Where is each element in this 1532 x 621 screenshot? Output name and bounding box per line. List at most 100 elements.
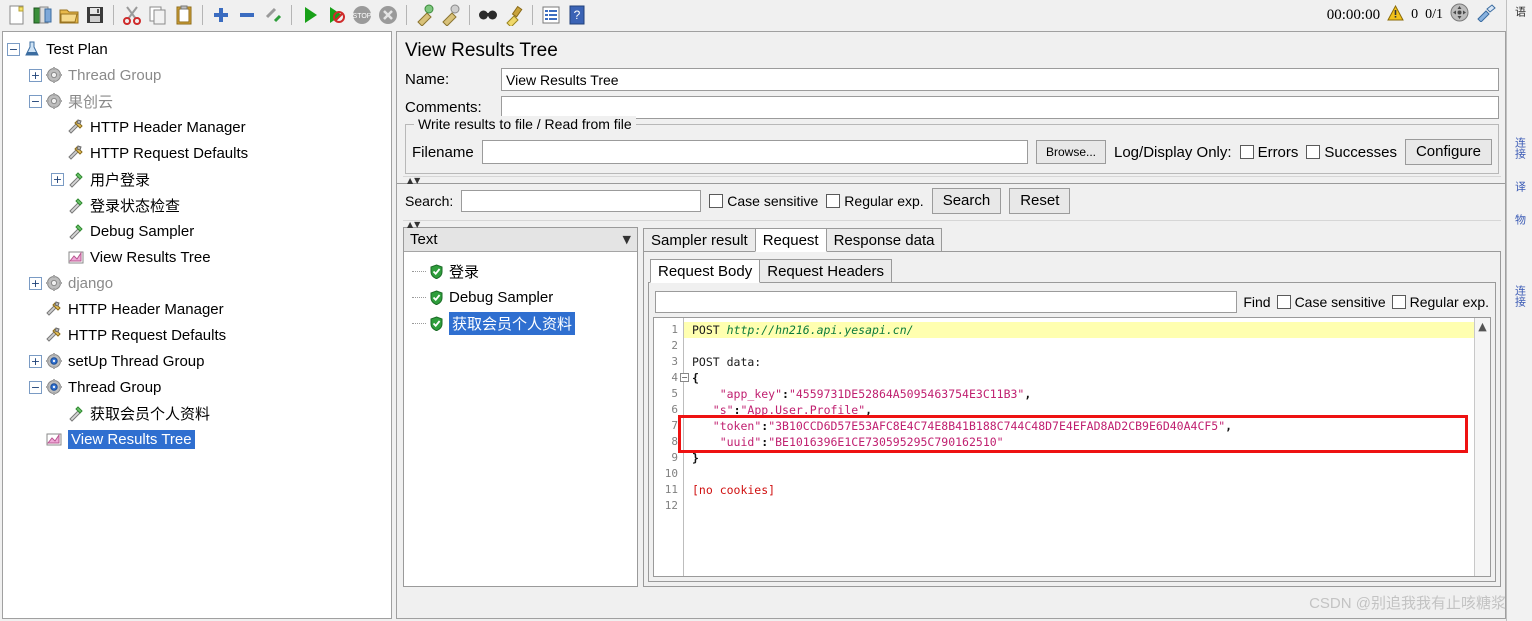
test-plan-tree-panel[interactable]: − Test Plan + Thread Group − 果创云 HTTP Header M…	[2, 31, 392, 619]
search-regular-exp-wrap[interactable]: Regular exp.	[826, 193, 924, 209]
expand-all-icon[interactable]	[208, 2, 234, 28]
list-item[interactable]: Debug Sampler	[412, 284, 637, 310]
collapse-toggle-icon[interactable]: −	[29, 380, 42, 394]
start-no-pauses-icon[interactable]	[323, 2, 349, 28]
renderer-select[interactable]: Text ▼	[404, 228, 637, 252]
start-icon[interactable]	[297, 2, 323, 28]
ide-strip-item-2[interactable]: 译	[1512, 181, 1528, 192]
comments-input[interactable]	[501, 96, 1499, 119]
tree-connector	[412, 296, 426, 298]
copy-icon[interactable]	[145, 2, 171, 28]
clear-icon[interactable]	[412, 2, 438, 28]
find-input[interactable]	[655, 291, 1238, 313]
help-icon[interactable]: ?	[564, 2, 590, 28]
splitter-upper[interactable]: ▲▼	[403, 176, 1501, 185]
detail-tabs[interactable]: Sampler result Request Response data	[643, 227, 1501, 252]
request-subtabs[interactable]: Request Body Request Headers	[650, 258, 1496, 283]
stop-icon[interactable]: STOP	[349, 2, 375, 28]
tree-node[interactable]: HTTP Request Defaults	[7, 140, 391, 166]
tree-node[interactable]: View Results Tree	[7, 244, 391, 270]
successes-checkbox[interactable]	[1306, 145, 1321, 159]
search-reset-button[interactable]: Reset	[1009, 188, 1071, 214]
find-regular-exp-checkbox[interactable]	[1391, 295, 1406, 309]
tree-node[interactable]: HTTP Request Defaults	[7, 322, 391, 348]
function-helper-icon[interactable]	[538, 2, 564, 28]
search-icon[interactable]	[475, 2, 501, 28]
tree-node[interactable]: − Test Plan	[7, 36, 391, 62]
reset-search-icon[interactable]	[501, 2, 527, 28]
search-case-sensitive-checkbox[interactable]	[709, 194, 724, 208]
shutdown-icon[interactable]	[375, 2, 401, 28]
sample-result-list[interactable]: 登录 Debug Sampler 获取会员个人资料	[404, 252, 637, 586]
filename-input[interactable]	[481, 140, 1028, 164]
clear-all-icon[interactable]	[438, 2, 464, 28]
warning-icon[interactable]	[1387, 4, 1404, 26]
expand-toggle-icon[interactable]: +	[29, 354, 42, 368]
splitter-lower-arrows-icon[interactable]: ▲▼	[407, 220, 421, 229]
collapse-toggle-icon[interactable]: −	[7, 42, 20, 56]
ide-strip-item-1[interactable]: 连接	[1512, 137, 1528, 159]
ide-side-strip[interactable]: 语 连接 译 物 连接	[1506, 0, 1532, 621]
errors-checkbox-wrap[interactable]: Errors	[1239, 144, 1298, 161]
test-plan-tree[interactable]: − Test Plan + Thread Group − 果创云 HTTP Header M…	[3, 32, 391, 452]
list-item[interactable]: 登录	[412, 258, 637, 284]
templates-icon[interactable]	[30, 2, 56, 28]
expand-toggle-icon[interactable]: +	[29, 276, 42, 290]
tree-node[interactable]: − Thread Group	[7, 374, 391, 400]
ide-strip-item-4[interactable]: 连接	[1512, 285, 1528, 307]
tab-sampler-result[interactable]: Sampler result	[643, 228, 756, 252]
request-body-code-area[interactable]: 1 2 3 4−5 6 7 8 9 10 11 12 POST http://hn216.api.y…	[653, 317, 1491, 577]
configure-button[interactable]: Configure	[1404, 139, 1492, 165]
search-input[interactable]	[461, 190, 702, 212]
tab-response-data[interactable]: Response data	[825, 228, 943, 252]
paste-icon[interactable]	[171, 2, 197, 28]
tree-node[interactable]: + django	[7, 270, 391, 296]
successes-checkbox-wrap[interactable]: Successes	[1306, 144, 1397, 161]
tree-node[interactable]: + 用户登录	[7, 166, 391, 192]
tree-node[interactable]: + setUp Thread Group	[7, 348, 391, 374]
name-input[interactable]	[501, 68, 1499, 91]
tree-node[interactable]: Debug Sampler	[7, 218, 391, 244]
tree-node[interactable]: HTTP Header Manager	[7, 114, 391, 140]
splitter-arrows-icon[interactable]: ▲▼	[407, 176, 421, 185]
save-icon[interactable]	[82, 2, 108, 28]
find-case-sensitive-wrap[interactable]: Case sensitive	[1276, 294, 1386, 310]
search-regular-exp-checkbox[interactable]	[826, 194, 841, 208]
expand-toggle-icon[interactable]: +	[29, 68, 42, 82]
find-regular-exp-wrap[interactable]: Regular exp.	[1391, 294, 1489, 310]
cut-icon[interactable]	[119, 2, 145, 28]
tree-node[interactable]: + Thread Group	[7, 62, 391, 88]
collapse-toggle-icon[interactable]: −	[29, 94, 42, 108]
chevron-down-icon[interactable]: ▼	[623, 233, 631, 246]
errors-checkbox[interactable]	[1239, 145, 1254, 159]
subtab-request-headers[interactable]: Request Headers	[759, 259, 892, 283]
subtab-request-body[interactable]: Request Body	[650, 259, 761, 283]
toggle-icon[interactable]	[260, 2, 286, 28]
tree-node[interactable]: − 果创云	[7, 88, 391, 114]
code-token: "s"	[712, 403, 734, 417]
tree-node-label: 果创云	[68, 93, 114, 111]
collapse-all-icon[interactable]	[234, 2, 260, 28]
ide-strip-item-0[interactable]: 语	[1512, 6, 1528, 17]
tree-node[interactable]: HTTP Header Manager	[7, 296, 391, 322]
code-vertical-scrollbar[interactable]: ▲	[1474, 318, 1490, 576]
list-item[interactable]: 获取会员个人资料	[412, 310, 637, 336]
splitter-lower[interactable]: ▲▼	[403, 220, 1501, 229]
thread-state-icon[interactable]	[1450, 3, 1469, 27]
tab-request[interactable]: Request	[754, 228, 827, 252]
tree-node[interactable]: 获取会员个人资料	[7, 400, 391, 426]
new-icon[interactable]	[4, 2, 30, 28]
tree-node[interactable]: View Results Tree	[7, 426, 391, 452]
open-icon[interactable]	[56, 2, 82, 28]
search-case-sensitive-wrap[interactable]: Case sensitive	[709, 193, 818, 209]
browse-button[interactable]: Browse...	[1035, 140, 1106, 164]
search-button[interactable]: Search	[931, 188, 1002, 214]
find-bar: Find Case sensitive Regular exp.	[653, 287, 1491, 317]
expand-toggle-icon[interactable]: +	[51, 172, 64, 186]
ide-strip-item-3[interactable]: 物	[1512, 214, 1528, 225]
clear-results-icon[interactable]	[1476, 3, 1496, 27]
request-body-code[interactable]: POST http://hn216.api.yesapi.cn/ POST da…	[684, 318, 1474, 576]
find-case-sensitive-checkbox[interactable]	[1276, 295, 1291, 309]
scroll-up-icon[interactable]: ▲	[1478, 320, 1486, 333]
tree-node[interactable]: 登录状态检查	[7, 192, 391, 218]
